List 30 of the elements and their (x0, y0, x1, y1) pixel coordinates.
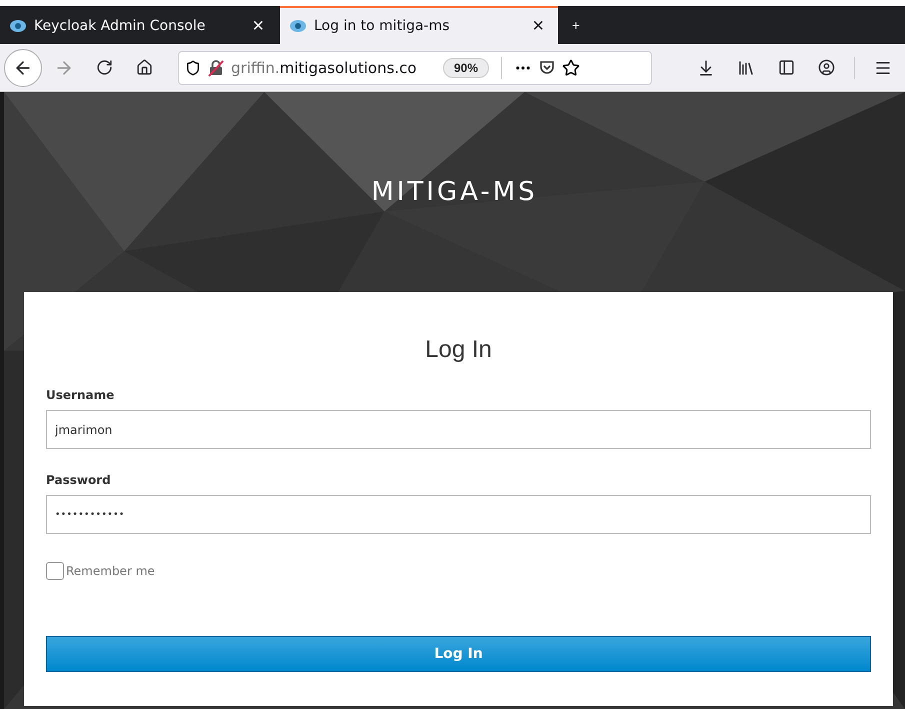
download-icon (697, 58, 715, 76)
close-tab-button[interactable]: × (248, 16, 268, 36)
shield-icon (185, 60, 201, 76)
username-field[interactable]: jmarimon (46, 410, 871, 449)
pocket-icon[interactable] (538, 58, 556, 76)
insecure-lock-icon (207, 58, 225, 76)
field-label: Username (46, 388, 114, 402)
zoom-level-button[interactable]: 90% (443, 58, 490, 78)
sidebar-icon (778, 59, 794, 76)
password-field[interactable]: •••••••••••• (46, 495, 871, 534)
tab-title: Keycloak Admin Console (34, 18, 206, 34)
bookmark-star-icon[interactable] (562, 58, 580, 76)
browser-tab[interactable]: Log in to mitiga-ms × (280, 6, 558, 44)
field-label: Password (46, 473, 111, 487)
library-icon (737, 58, 755, 76)
remember-me-checkbox[interactable] (46, 562, 64, 580)
tab-title: Log in to mitiga-ms (314, 18, 451, 34)
account-icon (818, 59, 834, 76)
realm-title: MITIGA-MS (371, 177, 538, 207)
address-bar[interactable]: griffin.mitigasolutions.co 90% (178, 50, 652, 84)
close-tab-button[interactable]: × (528, 16, 548, 36)
url-text: griffin.mitigasolutions.co (231, 58, 418, 76)
tab-favicon-icon (290, 20, 306, 32)
remember-me-label: Remember me (66, 564, 155, 578)
login-heading: Log In (424, 336, 493, 364)
back-button[interactable] (4, 48, 42, 86)
new-tab-button[interactable]: + (560, 6, 592, 44)
tab-favicon-icon (10, 20, 26, 32)
reload-icon (96, 59, 112, 76)
home-icon (136, 59, 152, 76)
